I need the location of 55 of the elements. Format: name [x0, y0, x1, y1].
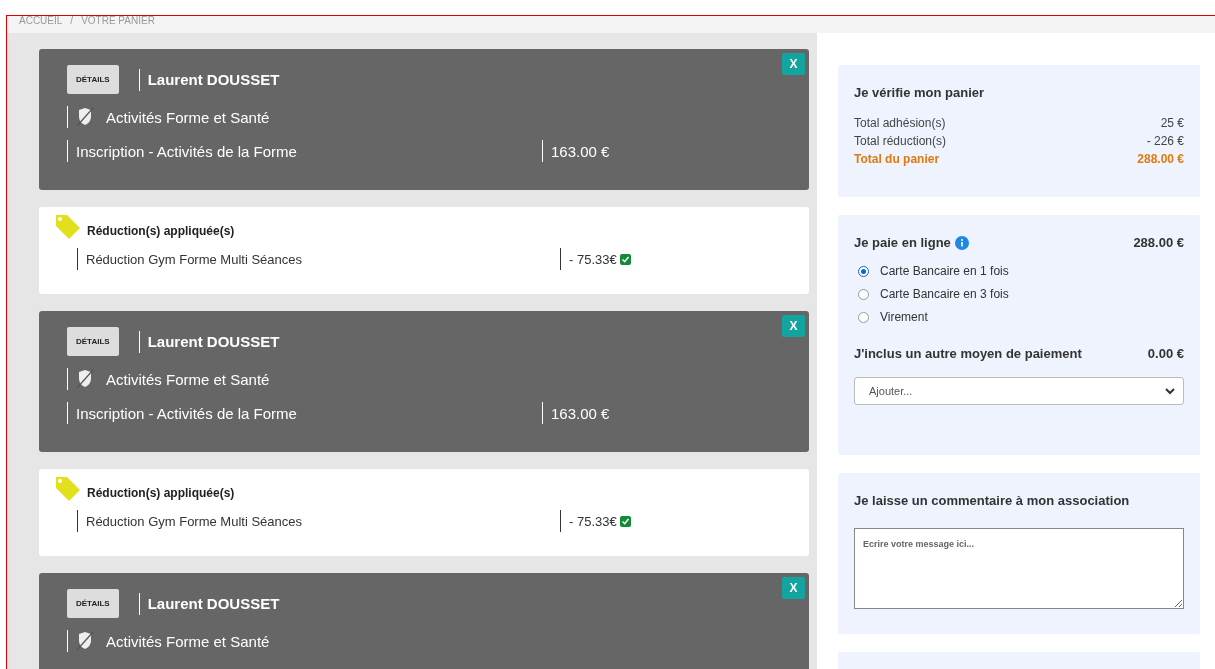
reduction-title: Réduction(s) appliquée(s) — [87, 224, 235, 238]
crossed-shield-icon — [76, 631, 94, 651]
member-name: Laurent DOUSSET — [147, 333, 280, 350]
reduction-amount: - 75.33€ — [569, 513, 617, 529]
breadcrumb-link[interactable]: ACCUEIL — [19, 16, 63, 26]
tag-icon — [55, 476, 81, 502]
panel-title: Je vérifie mon panier — [854, 85, 986, 100]
radio-button[interactable] — [858, 311, 869, 323]
remove-button[interactable]: X — [782, 577, 805, 599]
reduction-name: Réduction Gym Forme Multi Séances — [86, 513, 303, 529]
option-label: Virement — [880, 310, 928, 324]
details-button[interactable]: DÉTAILS — [67, 65, 119, 94]
summary-value: - 226 € — [1146, 134, 1184, 148]
activity-name: Activités Forme et Santé — [106, 370, 270, 388]
radio-button[interactable] — [858, 288, 869, 300]
details-button[interactable]: DÉTAILS — [67, 327, 119, 356]
other-amount: 0.00 € — [1147, 346, 1184, 361]
checkbox[interactable] — [619, 253, 631, 265]
select-value: Ajouter... — [869, 385, 913, 397]
summary-label: Total adhésion(s) — [854, 116, 946, 130]
reduction-amount: - 75.33€ — [569, 251, 617, 267]
radio-button[interactable] — [858, 265, 869, 277]
crossed-shield-icon — [76, 107, 94, 127]
member-name: Laurent DOUSSET — [147, 595, 280, 612]
panel-title: Je paie en ligne — [854, 235, 951, 250]
reduction-title: Réduction(s) appliquée(s) — [87, 486, 235, 500]
member-name: Laurent DOUSSET — [147, 71, 280, 88]
inscription-label: Inscription - Activités de la Forme — [76, 404, 297, 422]
panel-subtitle: J'inclus un autre moyen de paiement — [854, 346, 1082, 361]
activity-name: Activités Forme et Santé — [106, 108, 270, 126]
option-label: Carte Bancaire en 1 fois — [880, 264, 1009, 278]
reduction-name: Réduction Gym Forme Multi Séances — [86, 251, 303, 267]
comment-field[interactable]: Ecrire votre message ici... — [854, 528, 1184, 609]
item-price: 163.00 € — [551, 404, 610, 422]
item-price: 163.00 € — [551, 142, 610, 160]
payment-amount: 288.00 € — [1133, 235, 1184, 250]
inscription-label: Inscription - Activités de la Forme — [76, 142, 297, 160]
tag-icon — [55, 214, 81, 240]
details-button[interactable]: DÉTAILS — [67, 589, 119, 618]
option-label: Carte Bancaire en 3 fois — [880, 287, 1009, 301]
summary-value: 288.00 € — [1137, 152, 1184, 166]
panel-title: Je laisse un commentaire à mon association — [854, 493, 1131, 508]
activity-name: Activités Forme et Santé — [106, 632, 270, 650]
checkbox[interactable] — [619, 515, 631, 527]
breadcrumb-link[interactable]: VOTRE PANIER — [81, 16, 155, 26]
summary-label: Total réduction(s) — [854, 134, 947, 148]
remove-button[interactable]: X — [782, 315, 805, 337]
summary-label: Total du panier — [854, 152, 940, 166]
chevron-down-icon — [1165, 387, 1175, 395]
payment-method-select[interactable]: Ajouter... — [854, 377, 1184, 405]
summary-value: 25 € — [1160, 116, 1184, 130]
remove-button[interactable]: X — [782, 53, 805, 75]
breadcrumb-separator: / — [70, 16, 74, 26]
crossed-shield-icon — [76, 369, 94, 389]
info-icon — [954, 235, 969, 250]
